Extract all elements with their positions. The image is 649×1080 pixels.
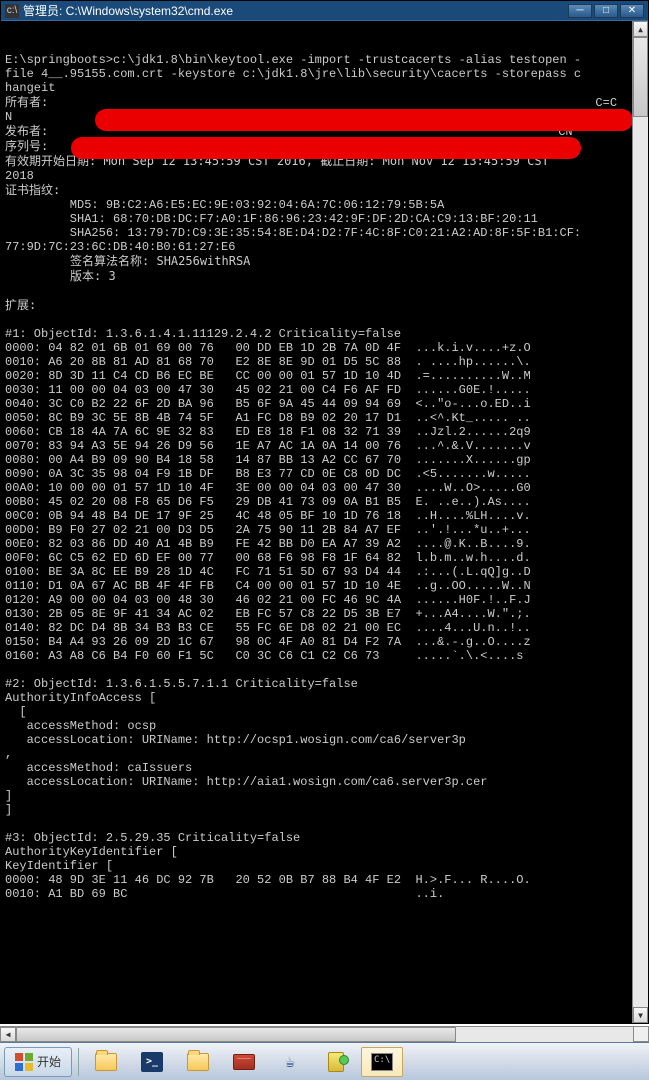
scroll-thumb-h[interactable]: [16, 1027, 456, 1042]
sha256: 77:9D:7C:23:6C:DB:40:B0:61:27:E6: [5, 240, 235, 254]
hex: 00F0: 6C C5 62 ED 6D EF 00 77 00 68 F6 9…: [5, 551, 531, 565]
version: 版本: 3: [5, 269, 116, 283]
aia: accessMethod: ocsp: [5, 719, 156, 733]
hex: 0090: 0A 3C 35 98 04 F9 1B DF B8 E3 77 C…: [5, 467, 531, 481]
aki: 0000: 48 9D 3E 11 46 DC 92 7B 20 52 0B B…: [5, 873, 531, 887]
folder-icon: [94, 1050, 118, 1074]
aia: accessLocation: URIName: http://ocsp1.wo…: [5, 733, 466, 747]
console-output[interactable]: E:\springboots>c:\jdk1.8\bin\keytool.exe…: [1, 21, 648, 1023]
hex: 0010: A6 20 8B 81 AD 81 68 70 E2 8E 8E 9…: [5, 355, 531, 369]
aia: AuthorityInfoAccess [: [5, 691, 156, 705]
window-title: 管理员: C:\Windows\system32\cmd.exe: [23, 2, 233, 19]
start-label: 开始: [37, 1053, 61, 1070]
aia: accessMethod: caIssuers: [5, 761, 192, 775]
powershell-icon: >_: [140, 1050, 164, 1074]
hex: 0120: A9 00 00 04 03 00 48 30 46 02 21 0…: [5, 593, 531, 607]
issuer-label: 发布者:: [5, 124, 48, 138]
scroll-left-button[interactable]: ◀: [0, 1027, 16, 1042]
aki: AuthorityKeyIdentifier [: [5, 845, 178, 859]
horizontal-scrollbar[interactable]: ◀ ▶: [0, 1026, 649, 1042]
hex: 0150: B4 A4 93 26 09 2D 1C 67 98 0C 4F A…: [5, 635, 531, 649]
vertical-scrollbar[interactable]: ▲ ▼: [632, 21, 648, 1023]
sha1: SHA1: 68:70:DB:DC:F7:A0:1F:86:96:23:42:9…: [5, 212, 538, 226]
ext1-header: #1: ObjectId: 1.3.6.1.4.1.11129.2.4.2 Cr…: [5, 327, 401, 341]
redaction-owner: [95, 109, 633, 131]
redaction-issuer: [71, 137, 581, 159]
aia: ,: [5, 747, 12, 761]
maximize-button[interactable]: □: [594, 4, 618, 18]
out: hangeit: [5, 81, 55, 95]
out: file 4__.95155.com.crt -keystore c:\jdk1…: [5, 67, 581, 81]
scroll-down-button[interactable]: ▼: [633, 1007, 648, 1023]
aia: [: [5, 705, 27, 719]
scroll-track-v[interactable]: [633, 37, 648, 1007]
aki: KeyIdentifier [: [5, 859, 113, 873]
aia: ]: [5, 803, 12, 817]
hex: 0060: CB 18 4A 7A 6C 9E 32 83 ED E8 18 F…: [5, 425, 531, 439]
hex: 00E0: 82 03 86 DD 40 A1 4B B9 FE 42 BB D…: [5, 537, 531, 551]
serial-label: 序列号:: [5, 139, 48, 153]
aia: accessLocation: URIName: http://aia1.wos…: [5, 775, 487, 789]
sha256: SHA256: 13:79:7D:C9:3E:35:54:8E:D4:D2:7F…: [5, 226, 581, 240]
out: E:\springboots>c:\jdk1.8\bin\keytool.exe…: [5, 53, 581, 67]
scrollbar-corner: [633, 1026, 649, 1042]
aki: 0010: A1 BD 69 BC ..i.: [5, 887, 444, 901]
hex: 0040: 3C C0 B2 22 6F 2D BA 96 B5 6F 9A 4…: [5, 397, 531, 411]
hex: 0030: 11 00 00 04 03 00 47 30 45 02 21 0…: [5, 383, 531, 397]
close-button[interactable]: ✕: [620, 4, 644, 18]
taskbar-services[interactable]: [315, 1047, 357, 1077]
hex: 0070: 83 94 A3 5E 94 26 D9 56 1E A7 AC 1…: [5, 439, 531, 453]
titlebar[interactable]: c:\ 管理员: C:\Windows\system32\cmd.exe ─ □…: [1, 1, 648, 21]
aia: ]: [5, 789, 12, 803]
hex: 0000: 04 82 01 6B 01 69 00 76 00 DD EB 1…: [5, 341, 531, 355]
hex: 00B0: 45 02 20 08 F8 65 D6 F5 29 DB 41 7…: [5, 495, 531, 509]
taskbar: 开始 >_ ☕ C:\: [0, 1042, 649, 1080]
folder-icon: [186, 1050, 210, 1074]
extensions-label: 扩展:: [5, 298, 36, 312]
taskbar-explorer-1[interactable]: [85, 1047, 127, 1077]
cmd-title-icon: c:\: [5, 4, 19, 18]
taskbar-explorer-2[interactable]: [177, 1047, 219, 1077]
sig-alg: 签名算法名称: SHA256withRSA: [5, 254, 250, 268]
cmd-window: c:\ 管理员: C:\Windows\system32\cmd.exe ─ □…: [0, 0, 649, 1024]
ext2-header: #2: ObjectId: 1.3.6.1.5.5.7.1.1 Critical…: [5, 677, 358, 691]
hex: 0100: BE 3A 8C EE B9 28 1D 4C FC 71 51 5…: [5, 565, 531, 579]
ext3-header: #3: ObjectId: 2.5.29.35 Criticality=fals…: [5, 831, 300, 845]
out: N: [5, 110, 12, 124]
hex: 0020: 8D 3D 11 C4 CD B6 EC BE CC 00 00 0…: [5, 369, 531, 383]
hex: 0080: 00 A4 B9 09 90 B4 18 58 14 87 BB 1…: [5, 453, 531, 467]
hex: 0130: 2B 05 8E 9F 41 34 AC 02 EB FC 57 C…: [5, 607, 531, 621]
taskbar-separator: [78, 1048, 79, 1076]
scroll-up-button[interactable]: ▲: [633, 21, 648, 37]
services-icon: [324, 1050, 348, 1074]
start-button[interactable]: 开始: [4, 1047, 72, 1077]
hex: 00C0: 0B 94 48 B4 DE 17 9F 25 4C 48 05 B…: [5, 509, 531, 523]
minimize-button[interactable]: ─: [568, 4, 592, 18]
hex: 0110: D1 0A 67 AC BB 4F 4F FB C4 00 00 0…: [5, 579, 531, 593]
taskbar-cmd-active[interactable]: C:\: [361, 1047, 403, 1077]
hex: 00A0: 10 00 00 01 57 1D 10 4F 3E 00 00 0…: [5, 481, 531, 495]
hex: 0140: 82 DC D4 8B 34 B3 B3 CE 55 FC 6E D…: [5, 621, 531, 635]
java-icon: ☕: [278, 1050, 302, 1074]
out: 2018: [5, 169, 34, 183]
out: C=C: [588, 96, 617, 110]
md5: MD5: 9B:C2:A6:E5:EC:9E:03:92:04:6A:7C:06…: [5, 198, 444, 212]
taskbar-powershell[interactable]: >_: [131, 1047, 173, 1077]
cmd-icon: C:\: [370, 1050, 394, 1074]
fingerprint-label: 证书指纹:: [5, 183, 60, 197]
toolbox-icon: [232, 1050, 256, 1074]
windows-logo-icon: [15, 1053, 33, 1071]
hex: 0050: 8C B9 3C 5E 8B 4B 74 5F A1 FC D8 B…: [5, 411, 531, 425]
hex: 0160: A3 A8 C6 B4 F0 60 F1 5C C0 3C C6 C…: [5, 649, 523, 663]
hex: 00D0: B9 F0 27 02 21 00 D3 D5 2A 75 90 1…: [5, 523, 531, 537]
scroll-thumb-v[interactable]: [633, 37, 648, 117]
taskbar-toolbox[interactable]: [223, 1047, 265, 1077]
scroll-track-h[interactable]: [16, 1027, 633, 1042]
owner-label: 所有者:: [5, 95, 48, 109]
taskbar-java[interactable]: ☕: [269, 1047, 311, 1077]
